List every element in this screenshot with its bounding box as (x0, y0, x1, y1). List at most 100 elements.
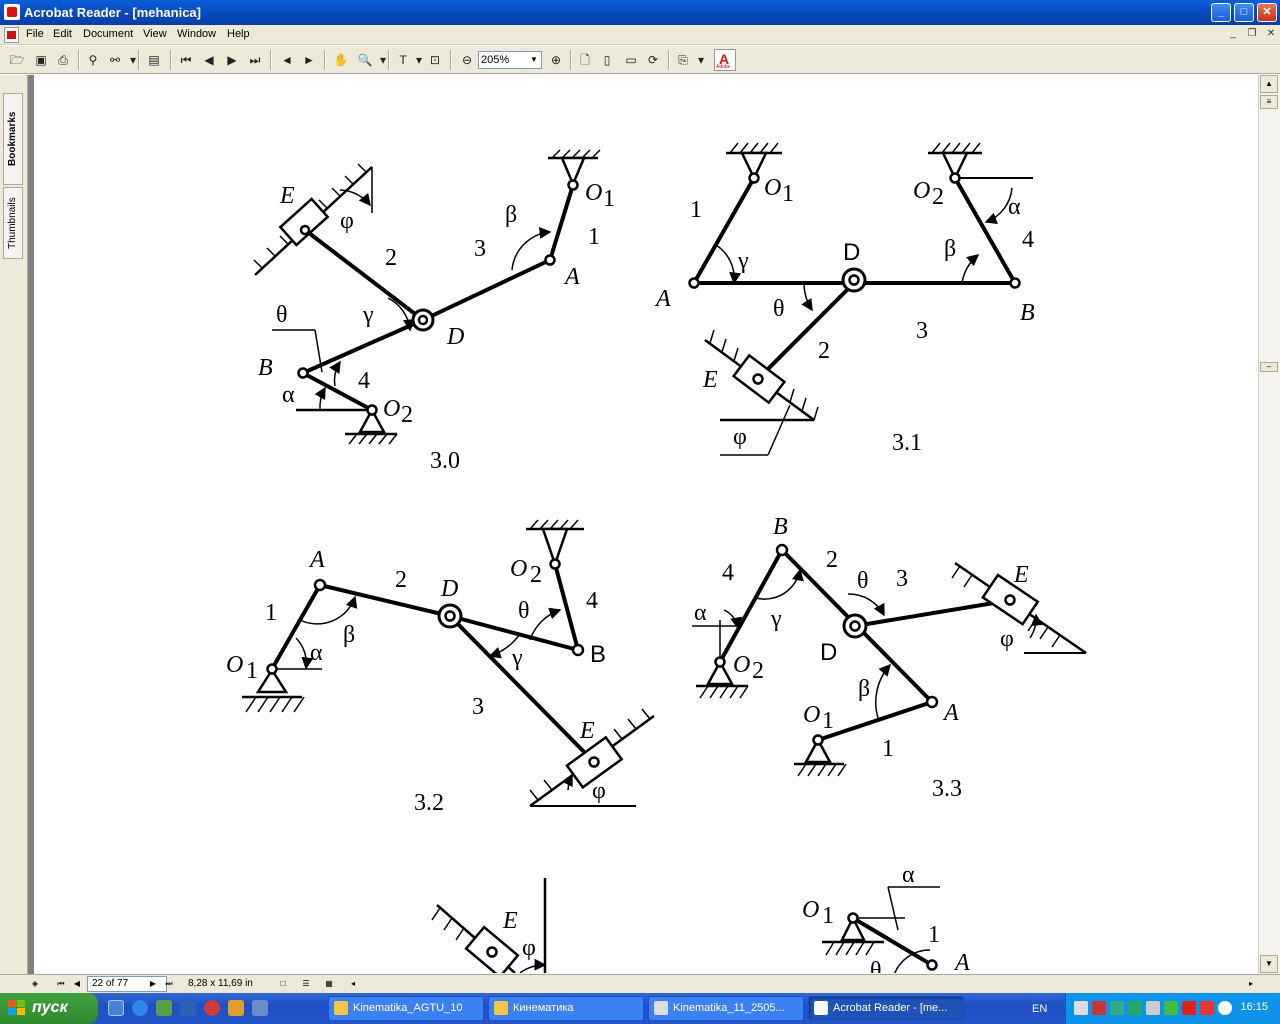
label-E: E (579, 718, 595, 744)
find-icon[interactable]: ⚯ (106, 51, 124, 69)
doc-restore-icon[interactable]: ❐ (1245, 28, 1259, 41)
scroll-position-marker[interactable]: – (1260, 362, 1278, 372)
next-page-icon[interactable]: ▶ (223, 51, 241, 69)
zoom-out-icon[interactable]: ⊖ (458, 51, 476, 69)
close-button[interactable]: ✕ (1257, 3, 1277, 22)
language-indicator[interactable]: EN (1032, 1003, 1047, 1015)
show-desktop-icon[interactable] (108, 1000, 124, 1016)
label-phi: φ (522, 935, 536, 961)
tray-bug-icon[interactable] (1110, 1001, 1124, 1015)
tray-update-icon[interactable] (1164, 1001, 1178, 1015)
open-icon[interactable]: 🗁 (8, 51, 26, 69)
label-2: 2 (826, 547, 838, 573)
paint-icon[interactable] (228, 1000, 244, 1016)
print-icon[interactable]: ⎙ (54, 51, 72, 69)
go-forward-icon[interactable]: ► (300, 51, 318, 69)
menu-file[interactable]: File (26, 28, 44, 40)
tray-volume-icon[interactable] (1146, 1001, 1160, 1015)
first-page-small-icon[interactable]: ⏮ (54, 977, 68, 991)
scroll-left-icon[interactable]: ◂ (346, 977, 360, 991)
clock: 16:15 (1240, 1001, 1268, 1013)
tray-flash-icon[interactable] (1182, 1001, 1196, 1015)
scroll-up-icon[interactable]: ▲ (1260, 75, 1278, 93)
continuous-icon[interactable]: ☰ (299, 977, 313, 991)
adobe-logo-icon[interactable]: A Adobe (714, 49, 736, 71)
prev-page-small-icon[interactable]: ◀ (70, 977, 84, 991)
facing-icon[interactable]: ▦ (322, 977, 336, 991)
show-hide-navigation-icon[interactable]: ▤ (145, 51, 163, 69)
vertical-scrollbar[interactable]: ▲ ≡ – ▼ (1258, 75, 1280, 974)
scroll-right-icon[interactable]: ▸ (1244, 977, 1258, 991)
task-kinematika-folder[interactable]: Кинематика (488, 996, 644, 1021)
doc-minimize-icon[interactable]: _ (1226, 28, 1240, 41)
scroll-thumb[interactable]: ≡ (1260, 95, 1278, 109)
minimize-button[interactable]: _ (1211, 3, 1231, 22)
start-button[interactable]: пуск (0, 993, 98, 1024)
label-O2: O (510, 556, 527, 582)
ebook-icon[interactable]: ⎘ (674, 51, 692, 69)
label-1: 1 (928, 922, 940, 948)
page-content: E φ 2 3 β 1 O 1 A θ γ D B 4 α O 2 3.0 O … (226, 142, 1087, 973)
label-beta: β (944, 236, 956, 262)
tray-network-icon[interactable] (1074, 1001, 1088, 1015)
internet-explorer-icon[interactable] (132, 1000, 148, 1016)
fit-width-icon[interactable]: ▭ (622, 51, 640, 69)
task-acrobat-reader[interactable]: Acrobat Reader - [me... (808, 996, 964, 1021)
tray-ati-icon[interactable] (1200, 1001, 1214, 1015)
link-4 (553, 563, 580, 651)
excel-icon[interactable] (156, 1000, 172, 1016)
figure-3-0 (253, 149, 601, 445)
label-B: B (590, 641, 606, 668)
task-kinematika-agtu[interactable]: Kinematika_AGTU_10 (328, 996, 484, 1021)
figure-3-2-labels: A 2 D O 2 4 1 β θ O 1 α γ B 3 E φ 3.2 (226, 547, 606, 816)
save-icon[interactable]: ▣ (32, 51, 50, 69)
actual-size-icon[interactable]: 🗋 (576, 51, 594, 69)
previous-page-icon[interactable]: ◀ (200, 51, 218, 69)
zoom-tool-icon[interactable]: 🔍 (356, 51, 374, 69)
tab-bookmarks[interactable]: Bookmarks (3, 93, 23, 185)
acrobat-app-icon[interactable] (4, 4, 20, 20)
tray-camera-icon[interactable] (1218, 1001, 1232, 1015)
label-1: 1 (882, 736, 894, 762)
last-page-small-icon[interactable]: ⏭ (162, 977, 176, 991)
status-menu-icon[interactable]: ◈ (28, 977, 42, 991)
zoom-level-select[interactable]: 205% ▼ (478, 51, 542, 69)
chevron-down-icon[interactable]: ▼ (528, 53, 540, 67)
rotate-icon[interactable]: ⟳ (644, 51, 662, 69)
hand-tool-icon[interactable]: ✋ (332, 51, 350, 69)
menu-document[interactable]: Document (83, 28, 133, 40)
menu-window[interactable]: Window (177, 28, 216, 40)
caption-3-0: 3.0 (430, 448, 460, 474)
zoom-in-icon[interactable]: ⊕ (547, 51, 565, 69)
dropdown-arrow-icon[interactable]: ▾ (692, 51, 710, 69)
tab-thumbnails[interactable]: Thumbnails (3, 187, 23, 259)
label-4: 4 (722, 560, 734, 586)
snapshot-icon[interactable]: ⊡ (426, 51, 444, 69)
media-player-icon[interactable] (204, 1000, 220, 1016)
menu-edit[interactable]: Edit (53, 28, 72, 40)
label-B: B (773, 514, 788, 540)
taskbar: пуск Kinematika_AGTU_10 Кинематика Kinem… (0, 993, 1280, 1024)
menu-help[interactable]: Help (227, 28, 250, 40)
maximize-button[interactable]: □ (1234, 3, 1254, 22)
first-page-icon[interactable]: ⏮ (177, 51, 195, 69)
tray-spider-icon[interactable] (1128, 1001, 1142, 1015)
label-O2: O (733, 652, 750, 678)
single-page-icon[interactable]: □ (276, 977, 290, 991)
document-icon[interactable] (4, 27, 19, 43)
last-page-icon[interactable]: ⏭ (246, 51, 264, 69)
search-icon[interactable]: ⚲ (84, 51, 102, 69)
go-back-icon[interactable]: ◄ (278, 51, 296, 69)
doc-close-icon[interactable]: ✕ (1264, 28, 1278, 41)
label-O2: O (913, 178, 930, 204)
tray-antivirus-icon[interactable] (1092, 1001, 1106, 1015)
word-icon[interactable] (180, 1000, 196, 1016)
menu-view[interactable]: View (143, 28, 167, 40)
fit-page-icon[interactable]: ▯ (598, 51, 616, 69)
scroll-down-icon[interactable]: ▼ (1260, 955, 1278, 973)
task-kinematika-word[interactable]: Kinematika_11_2505... (648, 996, 804, 1021)
quick-launch-icon[interactable] (252, 1000, 268, 1016)
label-phi: φ (733, 424, 747, 450)
next-page-small-icon[interactable]: ▶ (146, 977, 160, 991)
label-O2-sub: 2 (932, 184, 944, 210)
